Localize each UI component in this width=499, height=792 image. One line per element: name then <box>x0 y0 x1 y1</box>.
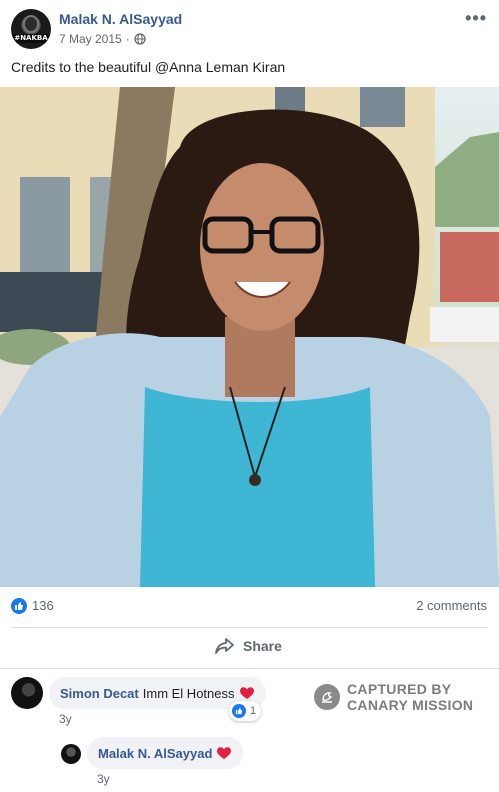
commenter-avatar[interactable] <box>11 677 43 709</box>
reply-bubble: Malak N. AlSayyad <box>87 737 244 769</box>
author-avatar[interactable]: #NAKBA <box>11 9 51 49</box>
post-date[interactable]: 7 May 2015 <box>59 32 122 46</box>
post-header: #NAKBA Malak N. AlSayyad 7 May 2015 · ••… <box>0 0 499 56</box>
heart-icon <box>239 687 254 699</box>
watermark-line1: CAPTURED BY <box>347 681 452 697</box>
photo-image <box>0 87 499 587</box>
globe-icon <box>134 33 146 45</box>
post-photo[interactable] <box>0 87 499 587</box>
comment-text: Imm El Hotness <box>142 685 235 701</box>
share-icon <box>215 638 234 654</box>
avatar-badge-text: #NAKBA <box>14 34 48 42</box>
post-stats: 136 2 comments <box>0 592 499 622</box>
more-options-icon[interactable]: ••• <box>465 8 487 29</box>
divider <box>11 627 488 628</box>
reaction-count: 1 <box>250 705 257 717</box>
comment-author[interactable]: Simon Decat <box>60 686 139 701</box>
like-reaction-icon <box>232 704 246 718</box>
comment-reaction-count[interactable]: 1 <box>229 701 262 721</box>
canary-mission-watermark: CAPTURED BY CANARY MISSION <box>314 681 473 713</box>
share-button[interactable]: Share <box>215 637 282 655</box>
canary-logo-icon <box>314 684 340 710</box>
post-meta: 7 May 2015 · <box>59 32 146 46</box>
comment-time[interactable]: 3y <box>59 712 72 726</box>
divider <box>0 668 499 669</box>
like-count[interactable]: 136 <box>32 598 54 613</box>
reply-author[interactable]: Malak N. AlSayyad <box>98 746 212 761</box>
reply-time[interactable]: 3y <box>97 772 110 786</box>
reply-author-avatar[interactable] <box>61 744 81 764</box>
like-reaction-icon[interactable] <box>11 598 27 614</box>
watermark-line2: CANARY MISSION <box>347 697 474 713</box>
post-caption: Credits to the beautiful @Anna Leman Kir… <box>11 59 286 75</box>
post-author-name[interactable]: Malak N. AlSayyad <box>59 11 182 27</box>
comments-count-link[interactable]: 2 comments <box>416 598 487 613</box>
share-label: Share <box>243 638 282 654</box>
heart-icon <box>217 747 232 759</box>
